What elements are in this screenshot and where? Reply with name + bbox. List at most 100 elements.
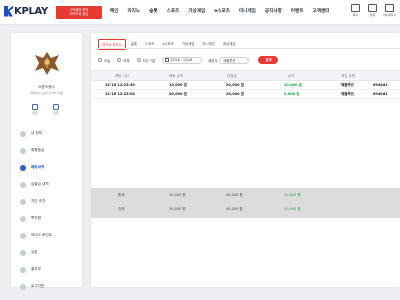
bet-amount: 20,000 원 [169,92,187,96]
nav-notice[interactable]: 공지사항 [265,8,282,14]
game-type: 에볼루션 [341,83,354,87]
search-button[interactable]: 검색 [258,56,279,64]
nav-support[interactable]: 고객센터 [312,8,329,14]
sidebar-item-messages[interactable]: 쪽지함 [11,210,82,227]
nav-casino[interactable]: 카지노 [127,8,140,14]
nav-esports[interactable]: e스포츠 [214,8,230,14]
sidebar-item-label: 보너스 포인트 [31,233,52,237]
grade-icon [20,147,26,154]
deposit-button[interactable]: 입금 [32,104,38,115]
customer-notice-banner[interactable]: 고객센터 문의 카카오톡 상담 [56,6,102,19]
rank-description: 게임머니 보너스 0.5% 적용 [30,91,63,95]
table-header: 베팅 시간 베팅 금액 당첨금 손익 게임 유형 [91,70,400,81]
nav-virtual[interactable]: 가상게임 [188,8,205,14]
account-sidebar: 브론즈랭크 게임머니 보너스 0.5% 적용 입금 출금 내 정보 회원등급 베… [11,33,82,290]
radio-last-7-days[interactable]: 지난 7일 [136,58,155,63]
radio-yesterday[interactable]: 어제 [117,58,130,63]
header-icons: 쪽지 알림 마이페이지 [346,4,397,21]
provider-label: 제공사 [208,58,218,63]
radio-label: 오늘 [104,58,111,63]
column-header: 게임 유형 [341,74,355,78]
sidebar-item-label: 로그아웃 [31,284,45,288]
mypage-label: 마이페이지 [383,13,396,17]
kplay-logo[interactable]: KPLAY [4,5,48,17]
brand-name: KPLAY [14,5,48,17]
sidebar-item-label: 쿠폰 [31,250,38,254]
win-amount: 20,000 원 [226,92,244,96]
nav-main[interactable]: 메인 [110,8,118,14]
summary-bet-amount: 30,000 원 [169,193,186,197]
sidebar-item-bet-history[interactable]: 베팅내역 [11,159,82,176]
summary-label: 합계 [118,193,125,197]
bet-time: 12-16 12:25:04 [105,92,135,96]
bell-icon [368,4,377,12]
mypage-button[interactable]: 마이페이지 [382,4,397,21]
sidebar-item-logout[interactable]: 로그아웃 [11,278,82,295]
filter-bar: 오늘 어제 지난 7일 12/16 - 12/16 제공사 에볼루션 검색 [98,55,400,65]
calendar-icon [20,266,26,273]
sidebar-item-grade[interactable]: 회원등급 [11,142,82,159]
referral-icon [20,198,26,205]
table-row[interactable]: 12-16 12:25:30 10,000 원 20,000 원 10,000 … [91,81,400,90]
summary-profit-amount: 10,000 원 [284,193,301,197]
radio-dot [98,58,102,62]
sidebar-item-transactions[interactable]: 입출금 내역 [11,176,82,193]
mail-icon [351,4,360,12]
date-range-picker[interactable]: 12/16 - 12/16 [162,56,203,64]
wallet-icon [20,181,26,188]
rank-emblem-icon [35,52,59,75]
sidebar-item-label: 내 정보 [31,131,43,135]
total-profit-amount: 10,000 원 [284,207,301,211]
deposit-label: 입금 [32,111,38,115]
nav-event[interactable]: 이벤트 [291,8,304,14]
sidebar-item-label: 출석부 [31,267,41,271]
column-header: 베팅 시간 [115,74,129,78]
sidebar-item-label: 지인 추천 [31,199,46,203]
nav-sports[interactable]: 스포츠 [167,8,180,14]
bet-history-panel: 라이브 카지노 슬롯 스포츠 e스포츠 가상게임 미니게임 캐쉬게임 오늘 어제… [91,33,400,287]
sidebar-menu: 내 정보 회원등급 베팅내역 입출금 내역 지인 추천 쪽지함 보너스 포인트 … [11,125,82,295]
main-nav: 메인 카지노 슬롯 스포츠 가상게임 e스포츠 미니게임 공지사항 이벤트 고객… [110,8,338,14]
deposit-icon [32,104,38,110]
coupon-icon [20,249,26,256]
calendar-icon [165,58,169,62]
withdraw-label: 출금 [53,111,59,115]
logout-icon [20,283,26,290]
sidebar-item-attendance[interactable]: 출석부 [11,261,82,278]
column-header: 당첨금 [227,74,237,78]
game-type: 에볼루션 [341,92,354,96]
provider-select[interactable]: 에볼루션 [219,56,250,64]
nav-slot[interactable]: 슬롯 [149,8,157,14]
withdraw-button[interactable]: 출금 [53,104,59,115]
withdraw-icon [53,104,59,110]
sidebar-item-label: 베팅내역 [31,165,45,169]
table-row[interactable]: 12-16 12:25:04 20,000 원 20,000 원 0,000 원… [91,90,400,99]
points-icon [20,232,26,239]
mail-button[interactable]: 쪽지 [348,4,363,21]
date-range-value: 12/16 - 12/16 [170,58,193,62]
nav-minigame[interactable]: 미니게임 [239,8,256,14]
total-win-amount: 40,000 원 [226,207,243,211]
summary-win-amount: 40,000 원 [226,193,243,197]
sidebar-item-coupon[interactable]: 쿠폰 [11,244,82,261]
alert-button[interactable]: 알림 [365,4,380,21]
notice-line-2: 카카오톡 상담 [69,12,89,17]
mail-label: 쪽지 [352,13,359,17]
bet-reference: 6940d1 [373,83,388,87]
column-header: 손익 [288,74,295,78]
radio-today[interactable]: 오늘 [98,58,110,63]
sidebar-item-bonus-points[interactable]: 보너스 포인트 [11,227,82,244]
bet-time: 12-16 12:25:30 [105,83,135,87]
table-summary: 합계 30,000 원 40,000 원 10,000 원 전체 30,000 … [91,188,400,218]
settings-icon [385,4,394,12]
radio-dot [136,58,141,62]
sidebar-item-profile[interactable]: 내 정보 [11,125,82,142]
total-bet-amount: 30,000 원 [169,207,186,211]
radio-dot [117,58,122,62]
radio-label: 어제 [123,58,130,63]
sidebar-item-referral[interactable]: 지인 추천 [11,193,82,210]
column-header: 베팅 금액 [169,74,183,78]
total-label: 전체 [118,207,125,211]
alert-label: 알림 [369,13,376,17]
rank-name: 브론즈랭크 [38,85,55,89]
